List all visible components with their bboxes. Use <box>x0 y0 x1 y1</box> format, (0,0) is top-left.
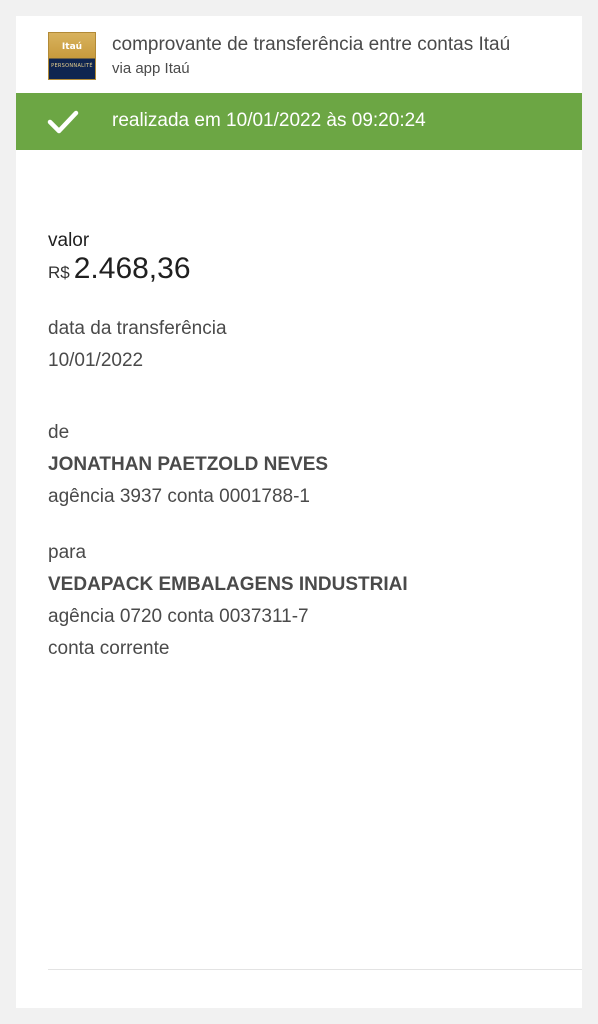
de-label: de <box>48 422 70 443</box>
data-transferencia-label: data da transferência <box>48 318 227 339</box>
para-account-type: conta corrente <box>48 638 170 659</box>
logo-sub-text: PERSONNALITÉ <box>51 63 93 69</box>
de-name: JONATHAN PAETZOLD NEVES <box>48 454 329 475</box>
amount-value: 2.468,36 <box>73 252 191 285</box>
currency-symbol: R$ <box>48 263 70 282</box>
status-text: realizada em 10/01/2022 às 09:20:24 <box>112 110 426 131</box>
para-name: VEDAPACK EMBALAGENS INDUSTRIAI <box>48 574 408 595</box>
receipt-title: comprovante de transferência entre conta… <box>112 34 511 55</box>
valor-label: valor <box>48 230 90 251</box>
check-icon <box>47 110 79 134</box>
para-label: para <box>48 542 87 563</box>
receipt-header: Itaú PERSONNALITÉ comprovante de transfe… <box>16 16 582 93</box>
valor-amount: R$ 2.468,36 <box>48 252 191 286</box>
logo-brand-text: Itaú <box>61 42 83 52</box>
receipt-subtitle: via app Itaú <box>112 60 190 77</box>
receipt-card: Itaú PERSONNALITÉ comprovante de transfe… <box>16 16 582 1008</box>
bottom-divider <box>48 969 582 970</box>
de-account: agência 3937 conta 0001788-1 <box>48 486 311 507</box>
itau-personnalite-logo: Itaú PERSONNALITÉ <box>48 32 96 80</box>
status-banner: realizada em 10/01/2022 às 09:20:24 <box>16 93 582 150</box>
data-transferencia-value: 10/01/2022 <box>48 350 144 371</box>
para-account: agência 0720 conta 0037311-7 <box>48 606 309 627</box>
